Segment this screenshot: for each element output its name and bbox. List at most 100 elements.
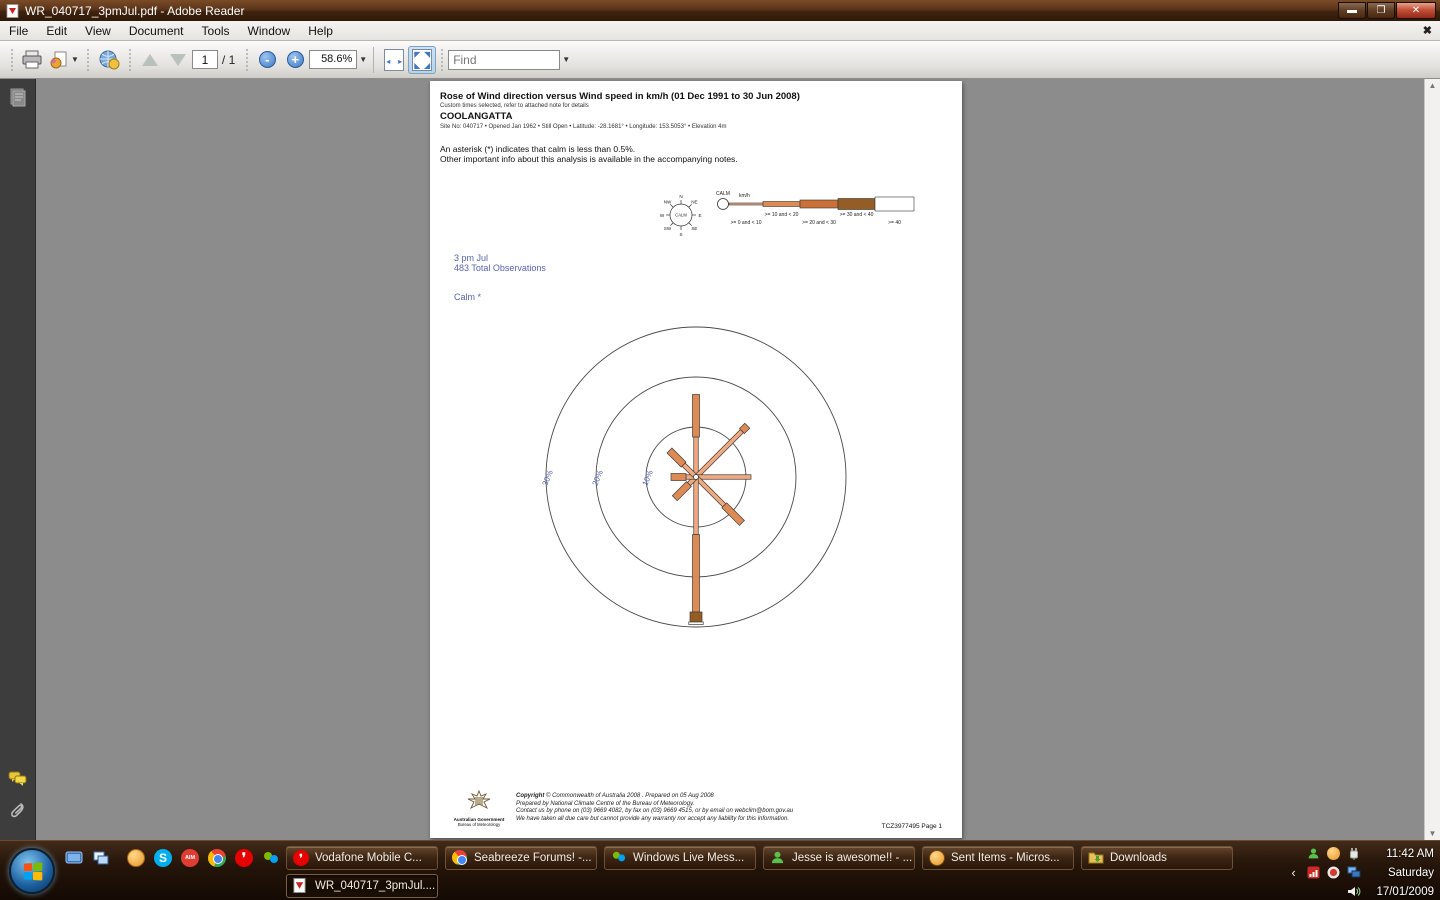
pdf-title: Rose of Wind direction versus Wind speed… [440, 91, 800, 102]
adobe-pdf-icon [6, 4, 20, 18]
collaborate-button[interactable] [94, 46, 124, 74]
comments-icon [8, 771, 28, 787]
skype-icon[interactable]: S [153, 848, 173, 868]
printer-icon [21, 50, 43, 70]
menu-tools[interactable]: Tools [193, 22, 239, 40]
taskbar-button-messenger[interactable]: Windows Live Mess... [604, 846, 756, 870]
minimize-button[interactable]: ▬ [1338, 2, 1366, 19]
export-button[interactable]: ▼ [46, 46, 82, 74]
menu-edit[interactable]: Edit [37, 22, 76, 40]
pdf-page[interactable]: Rose of Wind direction versus Wind speed… [430, 81, 962, 838]
find-input[interactable] [448, 50, 560, 70]
fit-page-icon: ◤◥ ◣◢ [412, 49, 432, 71]
zoom-in-button[interactable]: + [281, 46, 309, 74]
prepared-by-line: Prepared by National Climate Centre of t… [516, 801, 793, 809]
tray-messenger-status-icon[interactable] [1306, 846, 1321, 861]
clock-time[interactable]: 11:42 AM [1366, 848, 1438, 860]
close-button[interactable]: ✕ [1396, 2, 1436, 19]
switch-windows-icon[interactable] [91, 848, 111, 868]
taskbar-button-downloads[interactable]: Downloads [1081, 846, 1233, 870]
contact-line: Contact us by phone on (03) 9669 4082, b… [516, 808, 793, 816]
zoom-level-value[interactable]: 58.6% [309, 50, 357, 69]
menu-document[interactable]: Document [120, 22, 193, 40]
taskbar-button-pdf-active[interactable]: WR_040717_3pmJul.... [286, 874, 438, 898]
quick-launch-bar: S AIM ❜ [64, 848, 281, 868]
pages-panel-button[interactable] [5, 85, 31, 111]
globe-document-icon [97, 49, 121, 71]
svg-text:NE: NE [691, 199, 697, 204]
site-details: Site No: 040717 • Opened Jan 1962 • Stil… [440, 124, 727, 130]
tray-mail-icon[interactable] [1326, 846, 1341, 861]
paperclip-icon [10, 801, 26, 821]
tray-expand-chevron-icon[interactable]: ‹ [1286, 865, 1301, 880]
menu-file[interactable]: File [0, 22, 37, 40]
page-number-input[interactable] [192, 50, 218, 69]
zoom-out-button[interactable]: - [253, 46, 281, 74]
tray-power-icon[interactable] [1346, 846, 1361, 861]
page-count-label: / 1 [222, 53, 235, 67]
time-label: 3 pm Jul [454, 253, 546, 263]
svg-text:CALM: CALM [675, 213, 687, 218]
disclaimer-line: We have taken all due care but cannot pr… [516, 816, 793, 824]
menu-help[interactable]: Help [299, 22, 342, 40]
svg-text:CALM: CALM [716, 191, 730, 197]
scroll-up-icon[interactable]: ▲ [1429, 81, 1437, 90]
menu-view[interactable]: View [76, 22, 120, 40]
svg-text:W: W [660, 213, 665, 218]
window-titlebar[interactable]: WR_040717_3pmJul.pdf - Adobe Reader ▬ ❐ … [0, 0, 1440, 21]
toolbar: ▼ / 1 - + 58.6% ▼ ◂▸ ◤◥ ◣◢ ▼ [0, 41, 1440, 79]
fit-width-icon: ◂▸ [384, 49, 404, 71]
clock-date[interactable]: 17/01/2009 [1366, 886, 1438, 898]
svg-text:>= 0 and < 10: >= 0 and < 10 [730, 220, 761, 226]
tray-network-icon[interactable] [1346, 865, 1361, 880]
clock-day[interactable]: Saturday [1366, 867, 1438, 879]
svg-text:km/h: km/h [739, 193, 750, 199]
pdf-subtitle: Custom times selected, refer to attached… [440, 103, 589, 109]
vertical-scrollbar[interactable]: ▲ ▼ [1424, 79, 1440, 840]
window-title: WR_040717_3pmJul.pdf - Adobe Reader [25, 4, 244, 18]
svg-text:>= 20 and < 30: >= 20 and < 30 [802, 220, 836, 226]
taskbar-button-seabreeze[interactable]: Seabreeze Forums! -... [445, 846, 597, 870]
fit-page-button[interactable]: ◤◥ ◣◢ [408, 46, 436, 74]
show-desktop-icon[interactable] [64, 848, 84, 868]
chrome-icon[interactable] [207, 848, 227, 868]
messenger-icon[interactable] [261, 848, 281, 868]
pages-icon [9, 88, 27, 108]
taskbar-button-label: Seabreeze Forums! -... [474, 852, 592, 864]
svg-text:S: S [679, 232, 682, 237]
taskbar-button-label: Windows Live Mess... [633, 852, 744, 864]
copyright-word: Copyright [516, 793, 544, 799]
vodafone-icon[interactable]: ❜ [234, 848, 254, 868]
tray-volume-icon[interactable] [1346, 884, 1361, 899]
menu-window[interactable]: Window [239, 22, 300, 40]
zoom-caret-icon[interactable]: ▼ [359, 55, 367, 64]
taskbar-button-jesse-chat[interactable]: Jesse is awesome!! - ... [763, 846, 915, 870]
previous-page-icon [142, 54, 158, 66]
aim-icon[interactable]: AIM [180, 848, 200, 868]
copyright-rest: © Commonwealth of Australia 2008 . Prepa… [544, 793, 713, 799]
taskbar-button-vodafone[interactable]: ❜ Vodafone Mobile C... [286, 846, 438, 870]
observation-count: 483 Total Observations [454, 263, 546, 273]
next-page-button[interactable] [164, 46, 192, 74]
taskbar-button-sent-items[interactable]: Sent Items - Micros... [922, 846, 1074, 870]
fit-width-button[interactable]: ◂▸ [380, 46, 408, 74]
previous-page-button[interactable] [136, 46, 164, 74]
windows-live-mail-icon[interactable] [126, 848, 146, 868]
find-caret-icon[interactable]: ▼ [562, 55, 570, 64]
taskbar-button-label: Jesse is awesome!! - ... [792, 852, 912, 864]
zoom-in-icon: + [287, 51, 304, 68]
restore-button[interactable]: ❐ [1367, 2, 1395, 19]
menubar-close-icon[interactable]: ✖ [1423, 24, 1432, 37]
svg-text:20%: 20% [591, 469, 605, 487]
start-button[interactable] [9, 848, 55, 894]
comments-panel-button[interactable] [5, 766, 31, 792]
export-icon [49, 50, 69, 70]
taskbar-buttons-row: ❜ Vodafone Mobile C... Seabreeze Forums!… [286, 846, 1233, 870]
wind-rose-legend: NNEESESSWWNWCALMCALMkm/h>= 0 and < 10>= … [660, 187, 932, 239]
scroll-down-icon[interactable]: ▼ [1429, 829, 1437, 838]
print-button[interactable] [18, 46, 46, 74]
svg-text:30%: 30% [541, 469, 555, 487]
tray-media-icon[interactable] [1326, 865, 1341, 880]
tray-vodafone-signal-icon[interactable] [1306, 865, 1321, 880]
attachments-panel-button[interactable] [5, 798, 31, 824]
